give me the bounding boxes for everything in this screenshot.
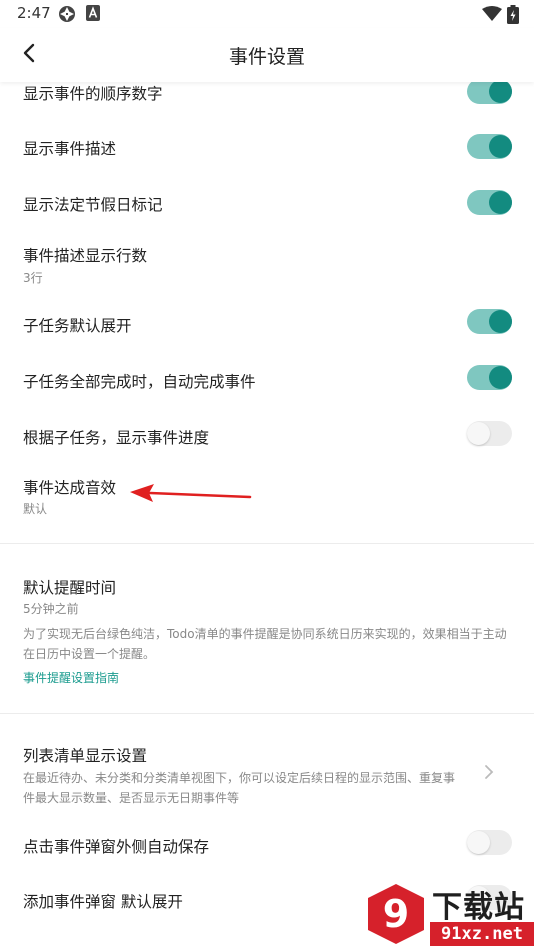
- setting-title: 添加事件弹窗 默认展开: [23, 893, 183, 911]
- wifi-icon: [482, 6, 502, 26]
- setting-subtask-progress[interactable]: 根据子任务，显示事件进度: [0, 406, 534, 462]
- chevron-right-icon: [484, 764, 494, 784]
- status-bar: 2:47: [0, 0, 534, 28]
- setting-description: 为了实现无后台绿色纯洁，Todo清单的事件提醒是协同系统日历来实现的，效果相当于…: [23, 627, 507, 661]
- toggle-show-order-number[interactable]: [467, 82, 512, 104]
- setting-complete-sound[interactable]: 事件达成音效 默认: [0, 462, 534, 526]
- reminder-guide-link[interactable]: 事件提醒设置指南: [23, 669, 119, 686]
- setting-title: 显示事件描述: [23, 140, 117, 158]
- battery-charging-icon: [507, 5, 519, 28]
- watermark-top-text: 下载站: [432, 890, 525, 925]
- setting-show-description[interactable]: 显示事件描述: [0, 120, 534, 176]
- setting-subtask-auto-complete[interactable]: 子任务全部完成时，自动完成事件: [0, 350, 534, 406]
- watermark-badge-icon: 9: [366, 882, 426, 946]
- setting-title: 子任务默认展开: [23, 317, 132, 335]
- setting-value: 5分钟之前: [23, 602, 79, 616]
- a-box-icon: [86, 5, 100, 25]
- toggle-knob: [489, 366, 512, 389]
- watermark-bottom-text: 91xz.net: [430, 922, 534, 946]
- toggle-subtask-expand[interactable]: [467, 309, 512, 334]
- setting-title: 事件达成音效: [23, 479, 117, 497]
- toggle-subtask-auto-complete[interactable]: [467, 365, 512, 390]
- setting-value: 默认: [23, 502, 48, 516]
- toggle-knob: [467, 422, 490, 445]
- toggle-subtask-progress[interactable]: [467, 421, 512, 446]
- setting-title: 子任务全部完成时，自动完成事件: [23, 373, 256, 391]
- setting-show-order-number[interactable]: 显示事件的顺序数字: [0, 82, 534, 114]
- setting-title: 默认提醒时间: [23, 579, 117, 597]
- toggle-knob: [489, 135, 512, 158]
- setting-title: 显示事件的顺序数字: [23, 85, 163, 103]
- setting-title: 列表清单显示设置: [23, 747, 148, 765]
- page-title: 事件设置: [228, 46, 305, 68]
- watermark-logo: 9 下载站 91xz.net: [366, 882, 534, 950]
- setting-subtask-expand[interactable]: 子任务默认展开: [0, 294, 534, 350]
- status-time: 2:47: [17, 4, 51, 22]
- annotation-arrow-icon: [128, 480, 254, 510]
- setting-desc-lines[interactable]: 事件描述显示行数 3行: [0, 232, 534, 292]
- app-bar: 事件设置: [0, 28, 534, 82]
- setting-list-display[interactable]: 列表清单显示设置 在最近待办、未分类和分类清单视图下，你可以设定后续日程的显示范…: [0, 714, 534, 814]
- settings-list[interactable]: 显示事件的顺序数字 显示事件描述 显示法定节假日标记 事件描述显示行数 3行 子…: [0, 82, 534, 950]
- toggle-knob: [489, 82, 512, 103]
- toggle-show-holiday-mark[interactable]: [467, 190, 512, 215]
- toggle-knob: [489, 310, 512, 333]
- watermark-badge-text: 9: [383, 892, 409, 936]
- toggle-auto-save-popup[interactable]: [467, 830, 512, 855]
- setting-value: 3行: [23, 271, 43, 285]
- setting-auto-save-popup[interactable]: 点击事件弹窗外侧自动保存: [0, 814, 534, 870]
- setting-title: 根据子任务，显示事件进度: [23, 429, 210, 447]
- toggle-knob: [489, 191, 512, 214]
- setting-show-holiday-mark[interactable]: 显示法定节假日标记: [0, 176, 534, 232]
- toggle-show-description[interactable]: [467, 134, 512, 159]
- setting-title: 事件描述显示行数: [23, 247, 148, 265]
- setting-title: 显示法定节假日标记: [23, 196, 163, 214]
- toggle-knob: [467, 831, 490, 854]
- setting-title: 点击事件弹窗外侧自动保存: [23, 838, 210, 856]
- aperture-icon: [58, 5, 76, 27]
- setting-description: 在最近待办、未分类和分类清单视图下，你可以设定后续日程的显示范围、重复事件最大显…: [23, 771, 456, 805]
- setting-default-reminder[interactable]: 默认提醒时间 5分钟之前 为了实现无后台绿色纯洁，Todo清单的事件提醒是协同系…: [0, 544, 534, 694]
